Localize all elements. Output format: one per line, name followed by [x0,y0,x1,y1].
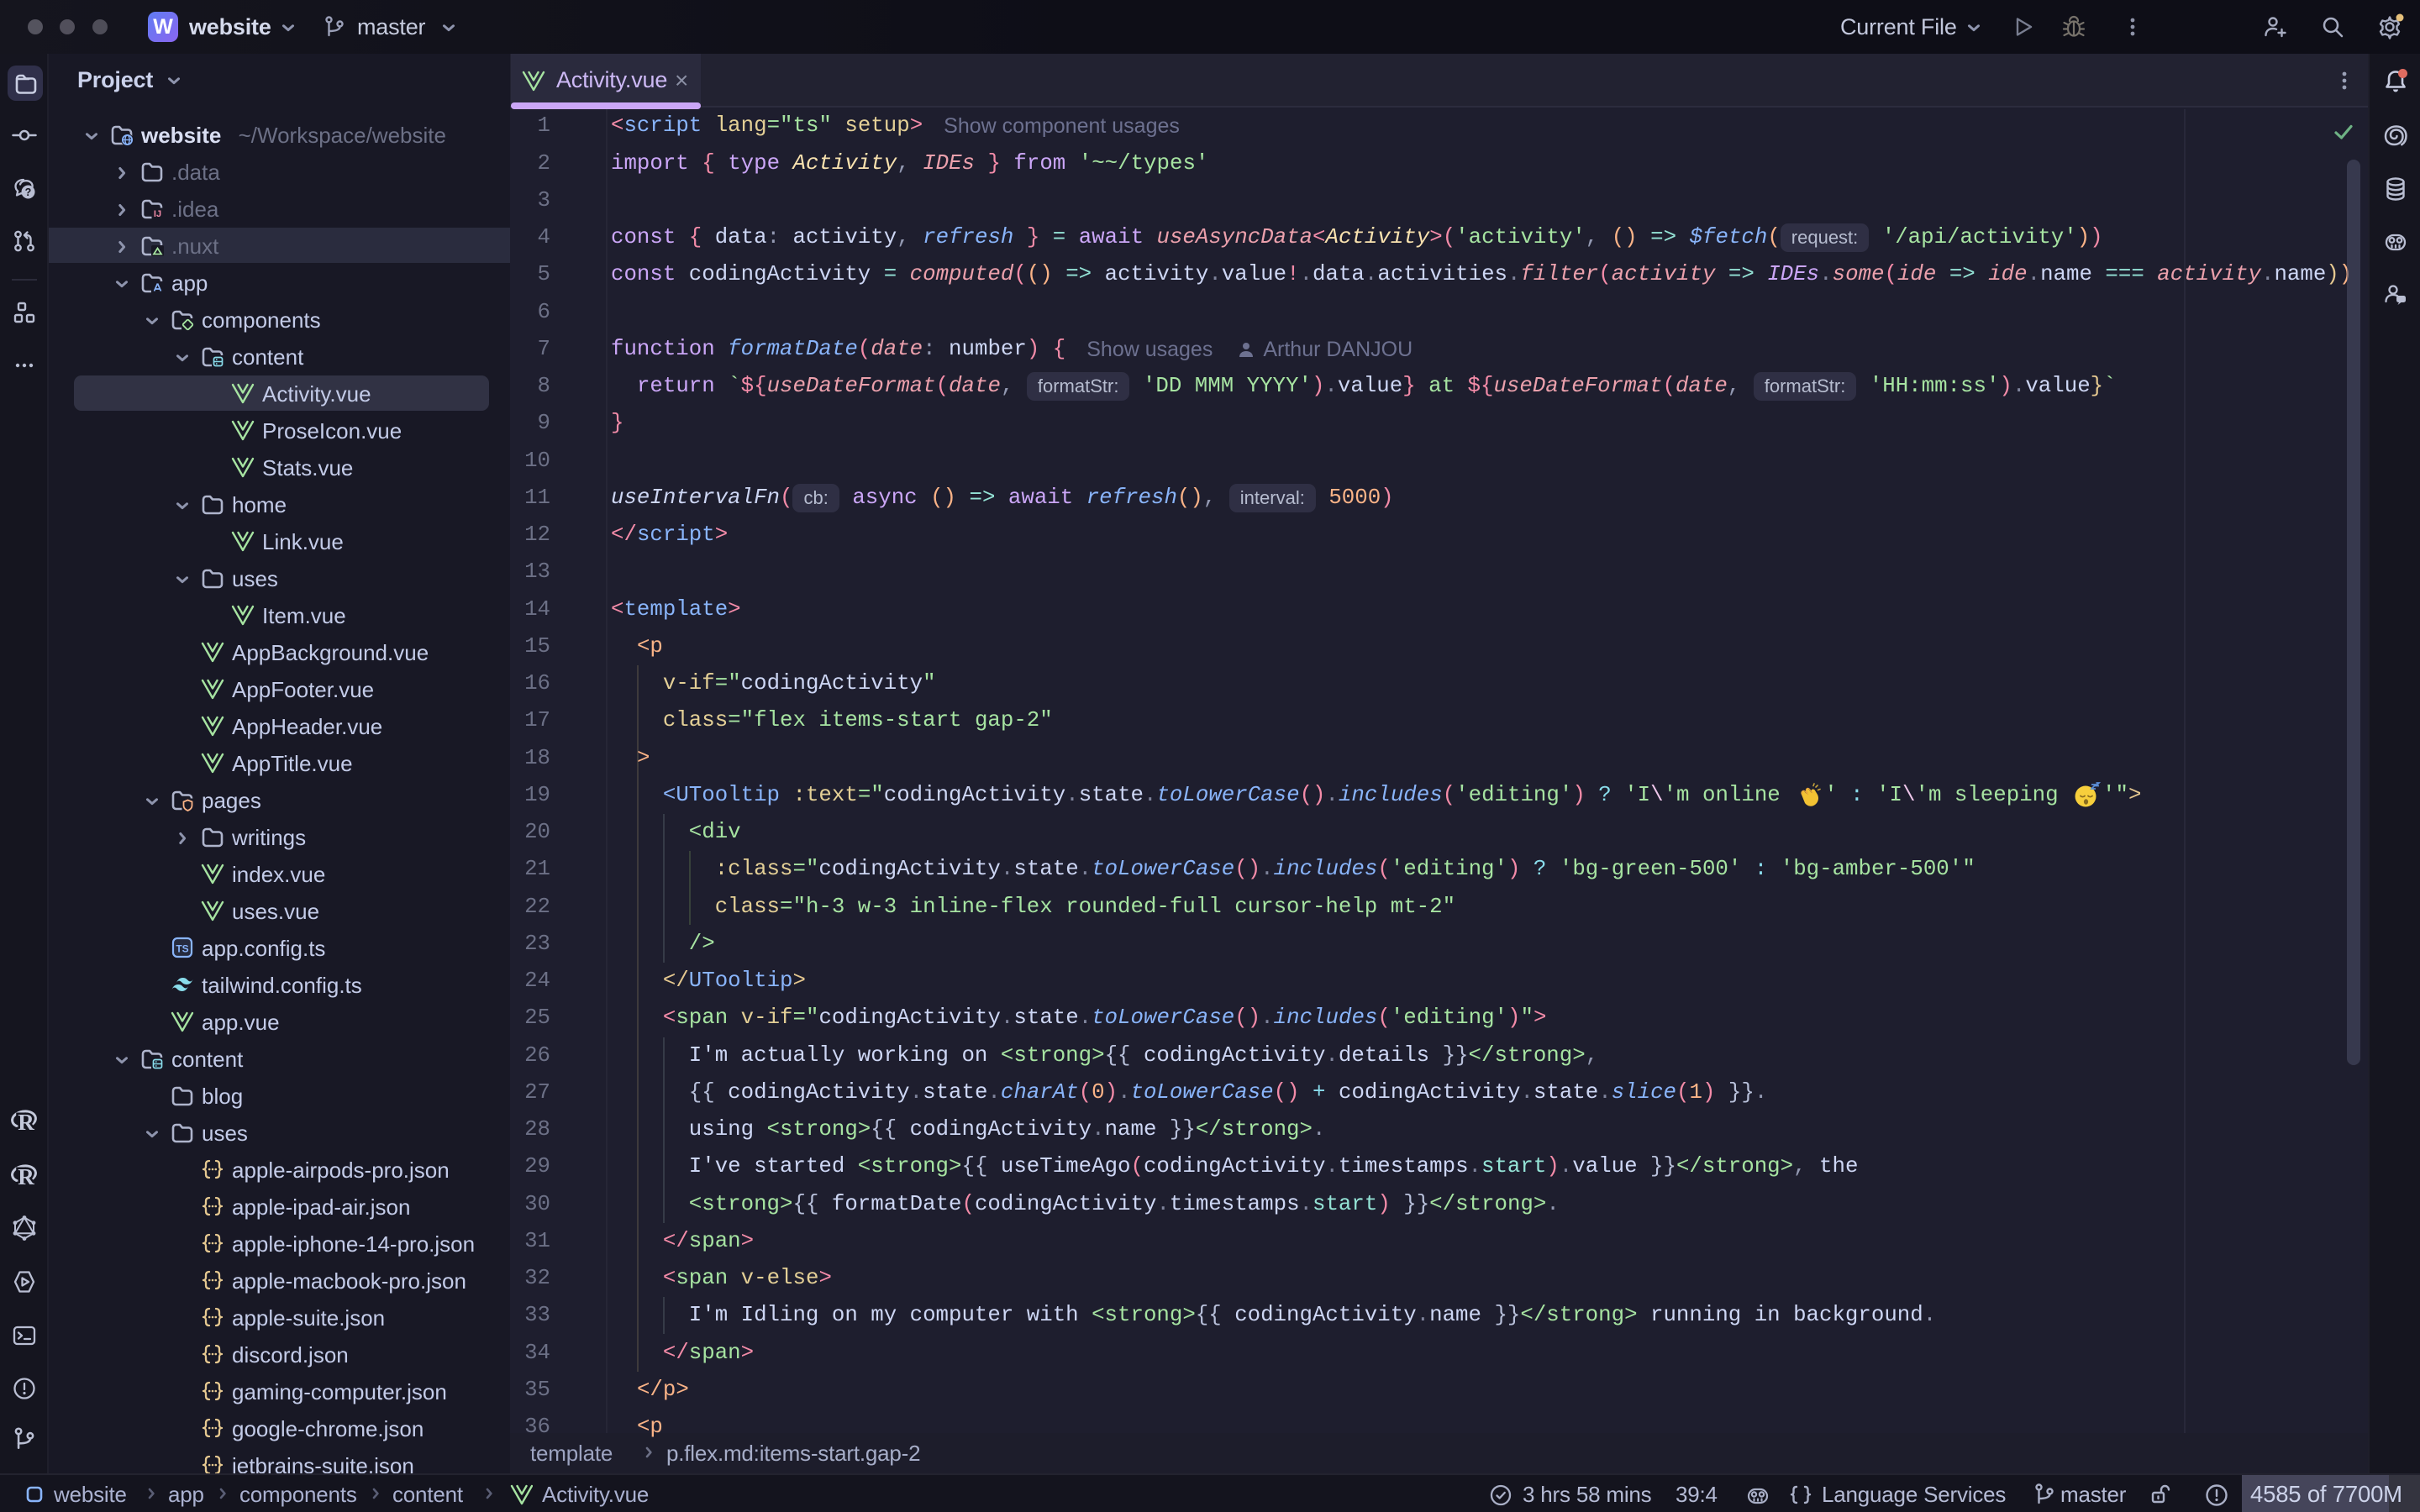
svg-text:TS: TS [176,943,188,955]
svg-text:R: R [18,1164,34,1189]
svg-text:IJ: IJ [154,209,161,219]
svg-text:?: ? [25,186,32,198]
svg-text:R: R [18,1110,34,1135]
